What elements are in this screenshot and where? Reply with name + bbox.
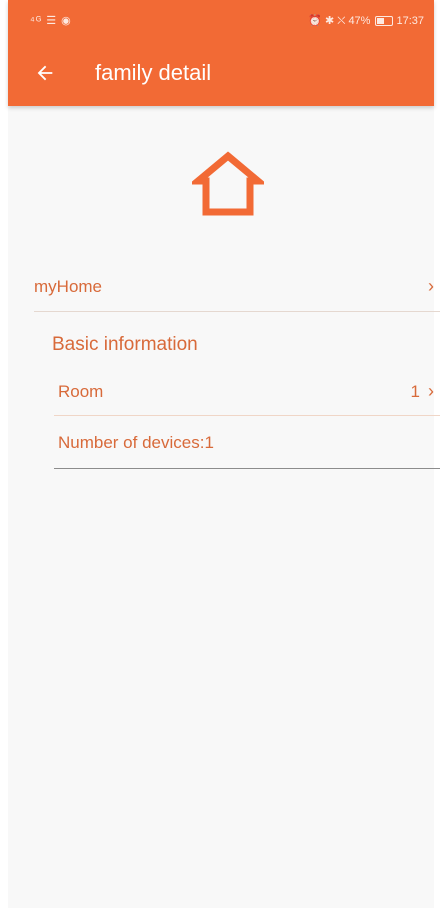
chevron-right-icon: › [428, 381, 434, 401]
app-bar: ⁴ᴳ ☰ ◉ ⏰ ✱ ⛌ 47% 17:37 family detail [8, 0, 434, 106]
room-value-group: 1 › [411, 381, 434, 402]
devices-count-text: Number of devices:1 [58, 432, 214, 452]
room-label: Room [58, 381, 104, 401]
status-time: 17:37 [396, 15, 424, 27]
room-count: 1 [410, 381, 420, 401]
status-left-icons: ⁴ᴳ ☰ ◉ [30, 15, 72, 27]
family-name-row[interactable]: myHome › [34, 262, 440, 312]
status-right: ⏰ ✱ ⛌ 47% 17:37 [308, 14, 424, 28]
arrow-left-icon [37, 65, 53, 81]
battery-percent: 47% [348, 15, 371, 27]
status-bar: ⁴ᴳ ☰ ◉ ⏰ ✱ ⛌ 47% 17:37 [8, 0, 434, 42]
basic-information-title: Basic information [52, 334, 198, 355]
devices-row: Number of devices:1 [54, 417, 440, 469]
battery-icon [375, 16, 394, 26]
house-icon [192, 151, 264, 216]
status-right-icons: ⏰ ✱ ⛌ [308, 15, 346, 27]
back-button[interactable] [30, 58, 60, 88]
screen: ⁴ᴳ ☰ ◉ ⏰ ✱ ⛌ 47% 17:37 family detail myH… [8, 0, 440, 908]
page-title: family detail [95, 60, 212, 85]
room-row[interactable]: Room 1 › [54, 368, 440, 416]
chevron-right-icon: › [428, 276, 434, 296]
family-name: myHome [34, 276, 103, 296]
